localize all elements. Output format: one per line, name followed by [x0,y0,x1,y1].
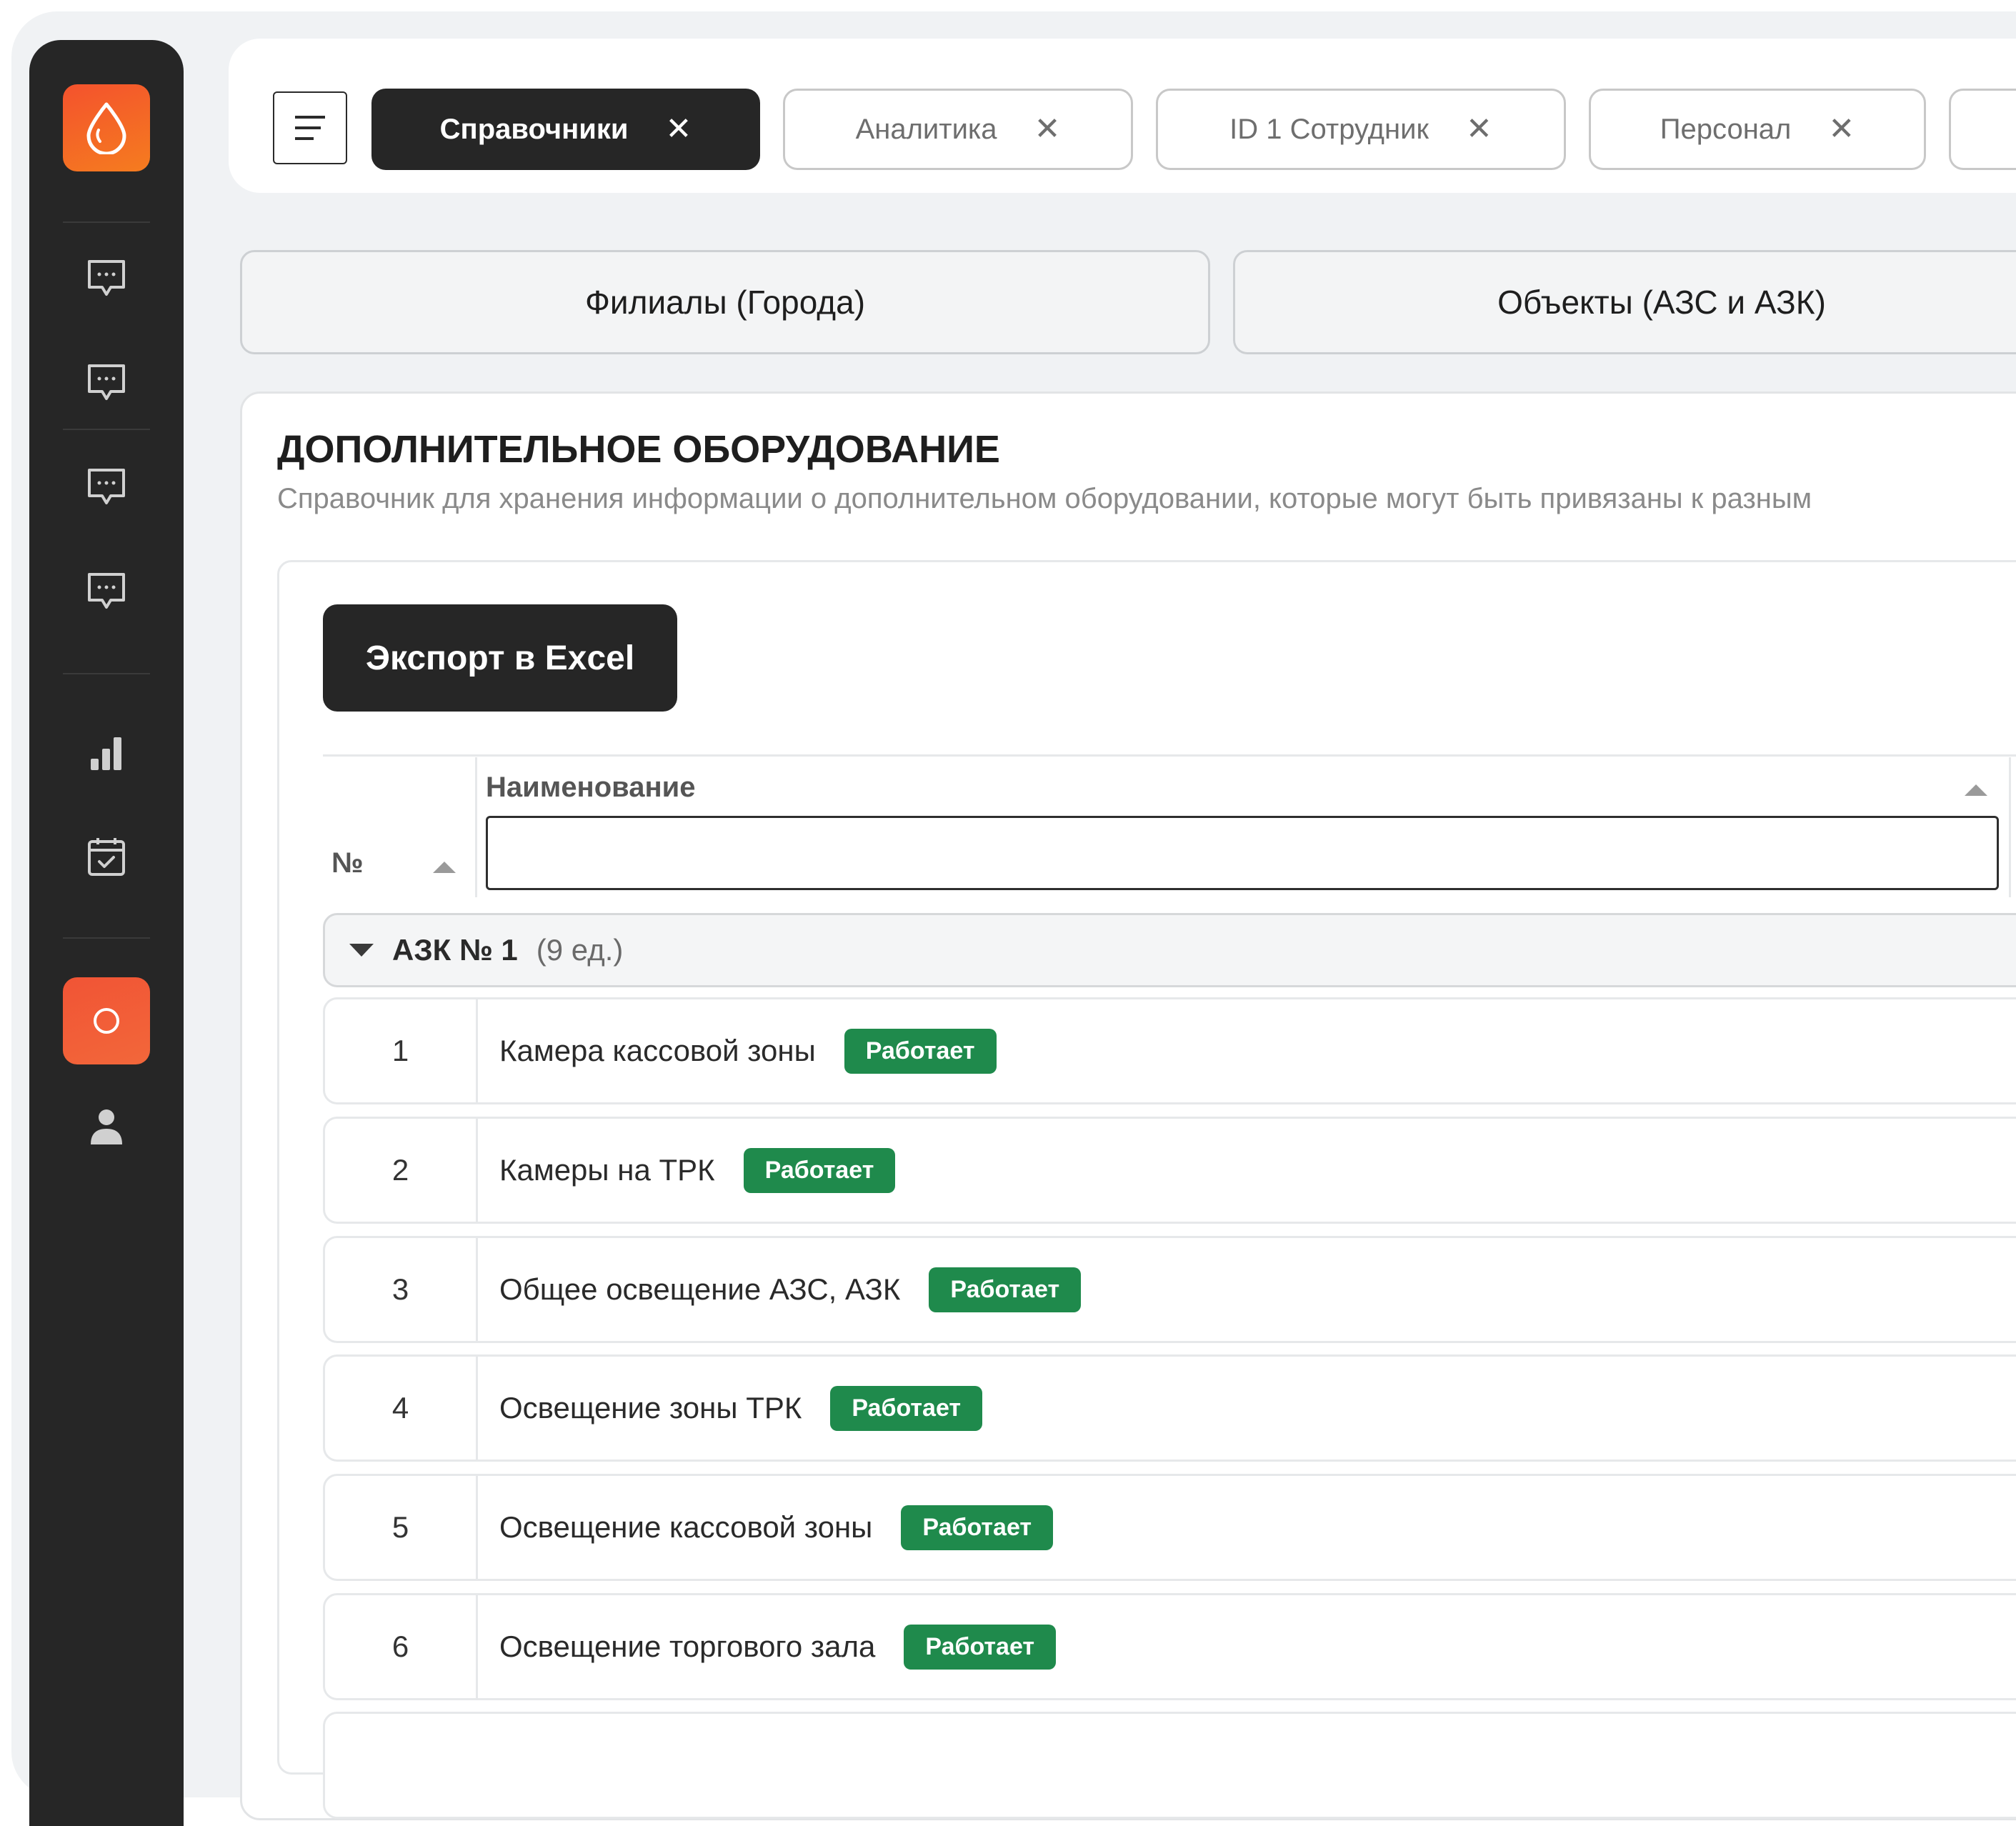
tab-analitika[interactable]: Аналитика ✕ [783,89,1133,170]
table-row[interactable]: 5 Освещение кассовой зоны Работает [323,1474,2016,1581]
chat-icon[interactable] [85,361,128,404]
row-name: Камеры на ТРК [499,1153,715,1187]
status-badge: Работает [743,1147,896,1193]
column-header-name[interactable]: Наименование [486,772,695,804]
sidebar-divider [63,937,150,939]
row-name: Общее освещение АЗС, АЗК [499,1272,901,1306]
sort-arrow-icon[interactable] [433,862,456,873]
bar-chart-icon[interactable] [85,732,128,774]
row-name: Освещение кассовой зоны [499,1510,873,1544]
export-excel-button[interactable]: Экспорт в Excel [323,604,677,712]
row-number: 3 [325,1238,478,1341]
column-header-number[interactable]: № [331,847,364,879]
status-badge: Работает [904,1624,1057,1670]
row-name: Освещение зоны ТРК [499,1391,802,1425]
sidebar-divider [63,673,150,674]
row-number: 5 [325,1476,478,1579]
name-cell: Освещение кассовой зоны Работает [499,1476,1054,1579]
group-count: (9 ед.) [536,933,624,967]
name-filter-input[interactable] [486,816,1999,890]
name-cell: Общее освещение АЗС, АЗК Работает [499,1238,1082,1341]
chat-icon[interactable] [85,570,128,613]
sort-arrow-icon[interactable] [1965,784,1987,796]
section-obekty[interactable]: Объекты (АЗС и АЗК) [1233,250,2016,354]
name-cell: Освещение торгового зала Работает [499,1595,1057,1698]
page-title: ДОПОЛНИТЕЛЬНОЕ ОБОРУДОВАНИЕ [277,428,1000,471]
status-badge: Работает [929,1267,1082,1312]
section-filialy[interactable]: Филиалы (Города) [240,250,1210,354]
table-row[interactable]: 4 Освещение зоны ТРК Работает [323,1354,2016,1462]
row-name: Камера кассовой зоны [499,1034,816,1067]
group-row[interactable]: АЗК № 1 (9 ед.) [323,913,2016,987]
column-divider [475,757,477,897]
name-cell: Освещение зоны ТРК Работает [499,1357,983,1460]
row-number: 4 [325,1357,478,1460]
chat-icon[interactable] [85,466,128,509]
row-number: 1 [325,999,478,1102]
tab-label: Персонал [1660,113,1792,145]
column-divider [2009,757,2011,897]
page-description: Справочник для хранения информации о доп… [277,483,1812,514]
menu-icon [295,116,325,140]
row-number: 6 [325,1595,478,1698]
tab-personal[interactable]: Персонал ✕ [1589,89,1926,170]
caret-down-icon[interactable] [349,944,374,957]
chat-icon[interactable] [85,257,128,300]
logo-drop-icon[interactable] [63,84,150,171]
close-icon[interactable]: ✕ [1828,114,1855,145]
tab-more[interactable] [1949,89,2016,170]
close-icon[interactable]: ✕ [665,114,692,145]
tab-id1-sotrudnik[interactable]: ID 1 Сотрудник ✕ [1156,89,1566,170]
sidebar-divider [63,221,150,223]
table-row[interactable] [323,1712,2016,1819]
row-number: 2 [325,1119,478,1222]
sidebar [29,40,184,1826]
row-name: Освещение торгового зала [499,1630,876,1663]
status-badge: Работает [844,1028,997,1074]
tab-spravochniki[interactable]: Справочники ✕ [371,89,760,170]
close-icon[interactable]: ✕ [1034,114,1061,145]
name-cell: Камеры на ТРК Работает [499,1119,896,1222]
close-icon[interactable]: ✕ [1466,114,1492,145]
tab-label: Аналитика [855,113,997,145]
group-label: АЗК № 1 [392,933,518,967]
table-row[interactable]: 2 Камеры на ТРК Работает [323,1117,2016,1224]
name-cell: Камера кассовой зоны Работает [499,999,997,1102]
table-row[interactable]: 1 Камера кассовой зоны Работает [323,997,2016,1104]
calendar-check-icon[interactable] [85,836,128,879]
status-badge: Работает [830,1385,983,1431]
table-row[interactable]: 6 Освещение торгового зала Работает [323,1593,2016,1700]
table-row[interactable]: 3 Общее освещение АЗС, АЗК Работает [323,1236,2016,1343]
tab-label: Справочники [439,113,629,145]
user-icon[interactable] [85,1104,128,1147]
circle-icon[interactable] [63,977,150,1064]
tab-label: ID 1 Сотрудник [1229,113,1429,145]
sidebar-divider [63,429,150,430]
menu-button[interactable] [273,91,347,164]
status-badge: Работает [901,1505,1054,1550]
